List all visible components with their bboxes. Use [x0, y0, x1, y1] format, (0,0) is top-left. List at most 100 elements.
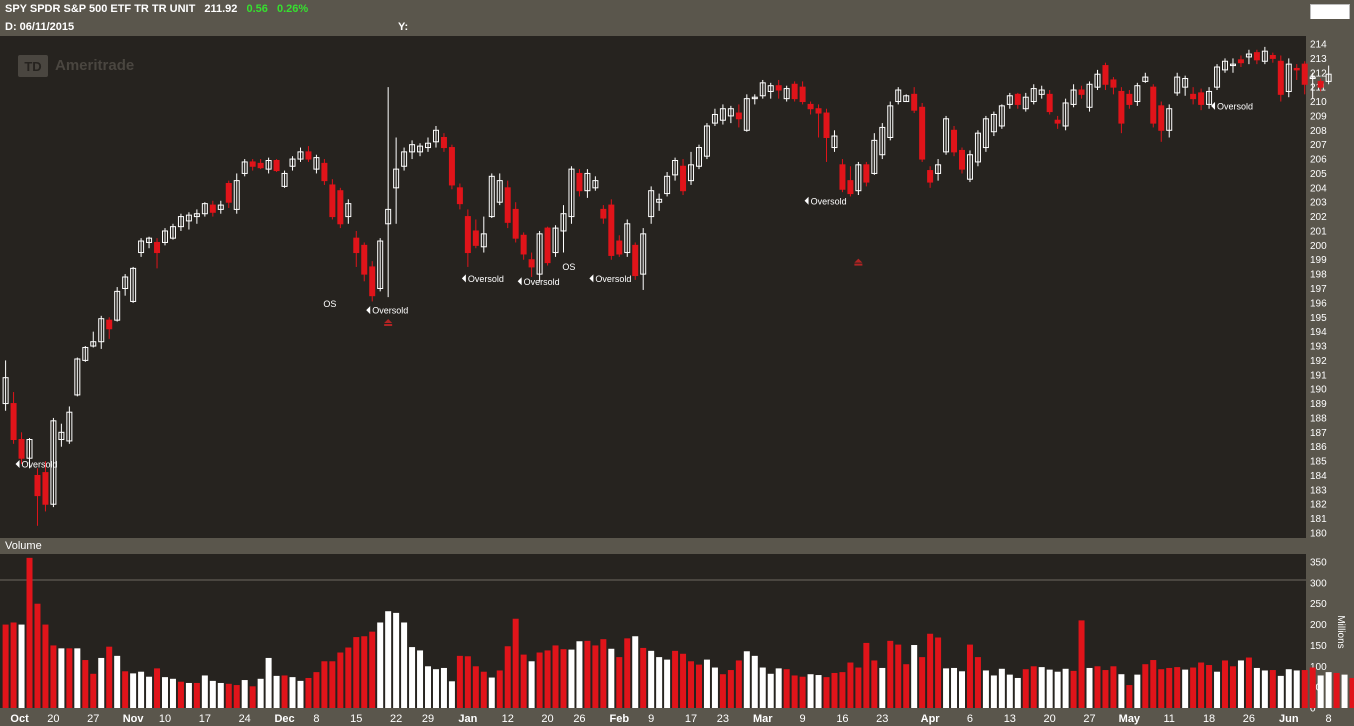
volume-bar	[217, 682, 224, 708]
candle-body	[1190, 93, 1197, 100]
price-tick-label: 206	[1310, 155, 1327, 166]
volume-bar	[783, 669, 790, 708]
price-tick-label: 195	[1310, 313, 1327, 324]
price-tick-label: 183	[1310, 485, 1327, 496]
date-tick-label: Jan	[458, 713, 477, 725]
price-tick-label: 186	[1310, 442, 1327, 453]
candle-body	[799, 86, 806, 103]
volume-bar	[1150, 660, 1157, 708]
date-tick-label: Feb	[610, 713, 630, 725]
volume-bar	[1261, 670, 1268, 708]
candle-body	[440, 136, 447, 149]
price-tick-label: 201	[1310, 226, 1327, 237]
date-tick-label: 9	[648, 713, 654, 725]
candle-body	[448, 147, 455, 186]
price-tick-label: 184	[1310, 471, 1327, 482]
date-tick-label: Oct	[10, 713, 29, 725]
volume-bar	[305, 677, 312, 708]
volume-bar	[106, 646, 113, 708]
volume-bar	[807, 674, 814, 708]
volume-tick-label: 150	[1310, 641, 1327, 652]
price-panel[interactable]	[0, 36, 1306, 538]
volume-bar	[1198, 662, 1205, 708]
price-tick-label: 213	[1310, 54, 1327, 65]
oversold-signal: Oversold	[589, 274, 631, 284]
price-tick-label: 191	[1310, 370, 1327, 381]
volume-bar	[130, 673, 137, 708]
volume-bar	[895, 644, 902, 708]
candle	[448, 144, 455, 190]
volume-bar	[640, 647, 647, 708]
volume-bar	[209, 680, 216, 708]
volume-bar	[1158, 669, 1165, 708]
volume-bar	[297, 680, 304, 708]
volume-bar	[1309, 667, 1316, 708]
date-tick-label: 17	[685, 713, 697, 725]
volume-bar	[401, 622, 408, 708]
volume-tick-label: 350	[1310, 558, 1327, 569]
candle-body	[1158, 105, 1165, 131]
candle-body	[823, 112, 830, 138]
candle-body	[1118, 90, 1125, 124]
volume-bar	[353, 637, 360, 708]
candle-body	[337, 190, 344, 225]
svg-text:TD: TD	[24, 59, 41, 74]
date-tick-label: Dec	[274, 713, 294, 725]
volume-bar	[1078, 620, 1085, 708]
price-tick-label: 203	[1310, 198, 1327, 209]
volume-bar	[823, 677, 830, 708]
volume-bar	[417, 650, 424, 708]
volume-bar	[42, 624, 49, 708]
date-tick-label: 23	[876, 713, 888, 725]
chart-svg: TD Ameritrade 18018118218318418518618718…	[0, 36, 1354, 725]
date-tick-label: 27	[1083, 713, 1095, 725]
price-tick-label: 199	[1310, 255, 1327, 266]
volume-bar	[743, 651, 750, 708]
volume-bar	[1094, 666, 1101, 708]
volume-bar	[664, 659, 671, 708]
candle-body	[1014, 93, 1021, 105]
price-tick-label: 209	[1310, 111, 1327, 122]
volume-bar	[273, 675, 280, 708]
volume-bar	[536, 652, 543, 708]
volume-bar	[935, 637, 942, 708]
candle-body	[959, 149, 965, 170]
oversold-signal: Oversold	[1211, 101, 1253, 111]
date-tick-label: 12	[502, 713, 514, 725]
candle-body	[863, 164, 870, 183]
volume-bar	[592, 645, 599, 708]
price-tick-label: 196	[1310, 298, 1327, 309]
volume-bar	[568, 649, 575, 708]
oversold-signal: Oversold	[517, 277, 560, 287]
volume-bar	[456, 655, 463, 708]
volume-bar	[632, 636, 639, 708]
volume-bar	[1022, 669, 1029, 708]
oversold-signal: Oversold	[15, 459, 58, 469]
volume-bar	[990, 675, 997, 708]
candle	[273, 159, 280, 173]
volume-bar	[146, 676, 153, 708]
price-tick-label: 207	[1310, 140, 1327, 151]
volume-bar	[337, 652, 344, 708]
candle	[951, 125, 958, 157]
date-tick-label: 29	[422, 713, 434, 725]
volume-bar	[496, 670, 503, 708]
volume-bar	[90, 673, 97, 708]
volume-bar	[66, 648, 73, 708]
volume-unit-label: Millions	[1335, 615, 1346, 648]
volume-bar	[313, 672, 320, 708]
candle-body	[1277, 60, 1284, 95]
volume-bar	[114, 655, 121, 708]
volume-bar	[425, 666, 432, 708]
price-tick-label: 187	[1310, 428, 1327, 439]
volume-bar	[1293, 670, 1300, 708]
volume-bar	[154, 668, 161, 708]
candle-body	[544, 227, 551, 264]
volume-bar	[911, 645, 918, 708]
svg-text:Oversold: Oversold	[524, 277, 560, 287]
volume-bar	[791, 675, 798, 708]
volume-bar	[393, 612, 400, 708]
volume-bar	[520, 654, 527, 708]
volume-bar	[1102, 670, 1109, 708]
candle-body	[528, 259, 535, 268]
